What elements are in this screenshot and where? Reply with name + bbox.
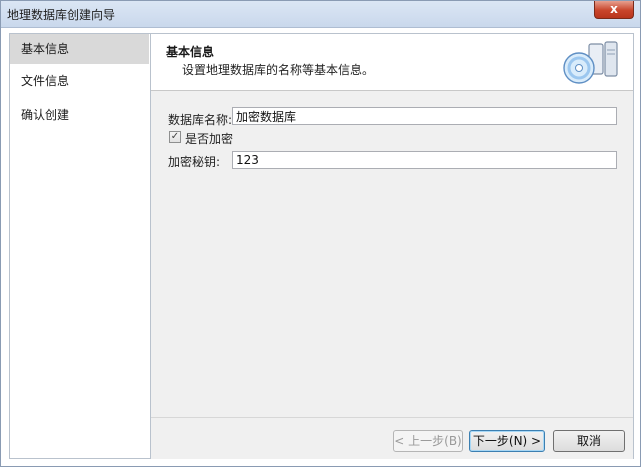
sidebar-item-label: 文件信息 bbox=[21, 74, 70, 88]
step-subtitle: 设置地理数据库的名称等基本信息。 bbox=[182, 63, 375, 77]
wizard-window: 地理数据库创建向导 x 基本信息 文件信息 确认创建 基本信息 设置地理数据库的… bbox=[0, 0, 641, 467]
database-cd-icon bbox=[563, 41, 618, 84]
wizard-main-panel: 基本信息 设置地理数据库的名称等基本信息。 数据库名称: ✓ 是否加密 加密秘钥… bbox=[150, 33, 634, 459]
step-title: 基本信息 bbox=[166, 45, 215, 59]
wizard-steps-sidebar: 基本信息 文件信息 确认创建 bbox=[9, 33, 150, 459]
db-name-input[interactable] bbox=[232, 107, 617, 125]
title-bar[interactable]: 地理数据库创建向导 x bbox=[1, 1, 640, 28]
key-input[interactable] bbox=[232, 151, 617, 169]
cancel-button[interactable]: 取消 bbox=[553, 430, 625, 452]
close-icon: x bbox=[610, 2, 618, 16]
db-name-label: 数据库名称: bbox=[168, 113, 233, 127]
sidebar-item-basic-info[interactable]: 基本信息 bbox=[10, 34, 149, 64]
sidebar-item-file-info[interactable]: 文件信息 bbox=[10, 66, 149, 96]
encrypt-label: 是否加密 bbox=[185, 132, 234, 146]
prev-button[interactable]: < 上一步(B) bbox=[393, 430, 463, 452]
sidebar-item-label: 基本信息 bbox=[21, 42, 70, 56]
step-header: 基本信息 设置地理数据库的名称等基本信息。 bbox=[151, 34, 633, 91]
next-button[interactable]: 下一步(N) > bbox=[469, 430, 545, 452]
window-title: 地理数据库创建向导 bbox=[7, 8, 116, 22]
close-button[interactable]: x bbox=[594, 1, 634, 19]
sidebar-item-label: 确认创建 bbox=[21, 108, 70, 122]
encrypt-checkbox[interactable]: ✓ bbox=[169, 131, 181, 143]
wizard-footer: < 上一步(B) 下一步(N) > 取消 bbox=[151, 417, 633, 459]
check-mark-icon: ✓ bbox=[170, 131, 180, 142]
key-label: 加密秘钥: bbox=[168, 155, 221, 169]
sidebar-item-confirm-create[interactable]: 确认创建 bbox=[10, 100, 149, 130]
